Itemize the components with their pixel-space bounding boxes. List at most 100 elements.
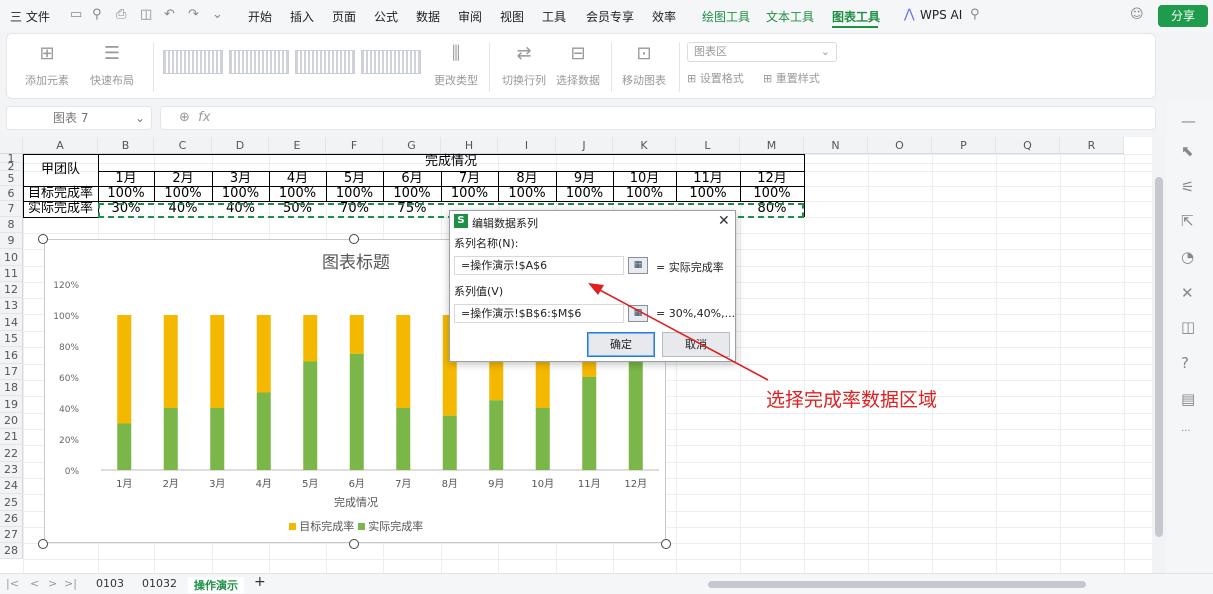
print-icon[interactable]: ⎙ — [116, 7, 126, 22]
select-data-button[interactable]: ⊟ 选择数据 — [553, 42, 603, 88]
row-header[interactable]: 24 — [0, 478, 23, 494]
column-header[interactable]: N — [804, 137, 868, 154]
bar-actual[interactable] — [628, 346, 643, 470]
collapse-icon[interactable]: — — [1181, 112, 1196, 130]
menu-member[interactable]: 会员专享 — [586, 8, 634, 25]
undo-icon[interactable]: ↶ — [164, 7, 175, 22]
row-header[interactable]: 27 — [0, 527, 23, 543]
redo-icon[interactable]: ↷ — [188, 7, 199, 22]
team-name-cell[interactable]: 甲团队 — [23, 154, 98, 186]
chart-style-2[interactable] — [229, 50, 289, 74]
month-cell[interactable]: 2月 — [154, 171, 212, 186]
target-value-cell[interactable]: 100% — [326, 186, 383, 201]
sheet-tab-01032[interactable]: 01032 — [142, 577, 177, 590]
series-name-input[interactable]: =操作演示!$A$6 — [454, 256, 624, 275]
range-picker-icon[interactable]: ▦ — [628, 305, 648, 322]
bar-target[interactable] — [210, 315, 225, 408]
row-header[interactable]: 26 — [0, 511, 23, 527]
menu-home[interactable]: 开始 — [248, 8, 272, 25]
target-value-cell[interactable]: 100% — [498, 186, 556, 201]
target-value-cell[interactable]: 100% — [676, 186, 740, 201]
menu-view[interactable]: 视图 — [500, 8, 524, 25]
reset-style-button[interactable]: ⊞ 重置样式 — [763, 70, 820, 86]
select-pointer-icon[interactable]: ⬉ — [1181, 142, 1194, 160]
target-value-cell[interactable]: 100% — [269, 186, 326, 201]
target-value-cell[interactable]: 100% — [740, 186, 804, 201]
column-header[interactable]: D — [212, 137, 269, 154]
row-header[interactable]: 7 — [0, 201, 23, 217]
column-header[interactable]: J — [556, 137, 613, 154]
name-box[interactable]: 图表 7 ⌄ — [6, 106, 152, 130]
print-preview-icon[interactable]: ◫ — [140, 7, 152, 22]
save-icon[interactable]: ▭ — [70, 7, 82, 22]
column-header[interactable]: A — [23, 137, 98, 154]
resize-handle-top-left[interactable] — [38, 234, 48, 244]
row-header[interactable]: 8 — [0, 217, 23, 233]
vertical-scrollbar[interactable] — [1152, 137, 1166, 573]
month-cell[interactable]: 1月 — [98, 171, 154, 186]
month-cell[interactable]: 8月 — [498, 171, 556, 186]
horizontal-scroll-thumb[interactable] — [708, 581, 1086, 588]
column-header[interactable]: G — [383, 137, 441, 154]
month-cell[interactable]: 12月 — [740, 171, 804, 186]
column-header[interactable]: K — [613, 137, 676, 154]
bar-actual[interactable] — [535, 408, 550, 470]
column-header[interactable]: M — [740, 137, 804, 154]
bar-actual[interactable] — [396, 408, 411, 470]
tab-chart-tools[interactable]: 图表工具 — [832, 8, 880, 25]
change-type-button[interactable]: ⫼ 更改类型 — [433, 42, 479, 88]
bar-target[interactable] — [396, 315, 411, 408]
chart-style-3[interactable] — [295, 50, 355, 74]
tools-icon[interactable]: ✕ — [1181, 284, 1194, 302]
menu-data[interactable]: 数据 — [416, 8, 440, 25]
target-value-cell[interactable]: 100% — [556, 186, 613, 201]
resize-handle-top[interactable] — [349, 234, 359, 244]
column-header[interactable]: C — [154, 137, 212, 154]
series-values-input[interactable]: =操作演示!$B$6:$M$6 — [454, 304, 624, 323]
search-icon[interactable]: ⚲ — [970, 7, 980, 22]
row-header[interactable]: 2 — [0, 161, 23, 172]
ok-button[interactable]: 确定 — [587, 332, 655, 357]
chart-style-1[interactable] — [163, 50, 223, 74]
target-value-cell[interactable]: 100% — [441, 186, 498, 201]
layout-icon[interactable]: ◫ — [1181, 318, 1195, 336]
menu-efficiency[interactable]: 效率 — [652, 8, 676, 25]
sheet-tab-0103[interactable]: 0103 — [96, 577, 124, 590]
share-button[interactable]: 分享 — [1158, 5, 1208, 27]
bar-actual[interactable] — [582, 377, 597, 470]
bar-actual[interactable] — [489, 400, 504, 470]
menu-insert[interactable]: 插入 — [290, 8, 314, 25]
month-cell[interactable]: 11月 — [676, 171, 740, 186]
bar-actual[interactable] — [349, 353, 364, 470]
first-sheet-icon[interactable]: |< — [6, 577, 19, 590]
resize-handle-bottom-right[interactable] — [661, 539, 671, 549]
month-cell[interactable]: 10月 — [613, 171, 676, 186]
last-sheet-icon[interactable]: >| — [64, 577, 77, 590]
bar-target[interactable] — [117, 315, 132, 424]
bar-actual[interactable] — [256, 392, 271, 471]
column-header[interactable]: E — [269, 137, 326, 154]
row-header[interactable]: 6 — [0, 186, 23, 201]
column-header[interactable]: O — [868, 137, 932, 154]
bar-actual[interactable] — [303, 361, 318, 471]
resize-handle-bottom[interactable] — [349, 539, 359, 549]
tab-text-tools[interactable]: 文本工具 — [766, 8, 814, 25]
prev-sheet-icon[interactable]: < — [30, 577, 39, 590]
month-cell[interactable]: 3月 — [212, 171, 269, 186]
switch-row-col-button[interactable]: ⇄ 切换行列 — [499, 42, 549, 88]
row-header[interactable]: 23 — [0, 462, 23, 478]
row-header[interactable]: 25 — [0, 494, 23, 511]
quick-layout-button[interactable]: ☰ 快速布局 — [81, 42, 143, 88]
bar-target[interactable] — [163, 315, 178, 408]
resize-handle-bottom-left[interactable] — [38, 539, 48, 549]
row-header[interactable]: 28 — [0, 543, 23, 559]
row-header[interactable]: 14 — [0, 314, 23, 331]
share-doc-icon[interactable]: ⚲ — [92, 7, 102, 22]
chart-style-4[interactable] — [361, 50, 421, 74]
month-cell[interactable]: 7月 — [441, 171, 498, 186]
close-icon[interactable]: ✕ — [718, 213, 730, 229]
add-sheet-button[interactable]: + — [254, 574, 266, 590]
row-header[interactable]: 13 — [0, 298, 23, 314]
move-chart-button[interactable]: ⊡ 移动图表 — [619, 42, 669, 88]
menu-page[interactable]: 页面 — [332, 8, 356, 25]
